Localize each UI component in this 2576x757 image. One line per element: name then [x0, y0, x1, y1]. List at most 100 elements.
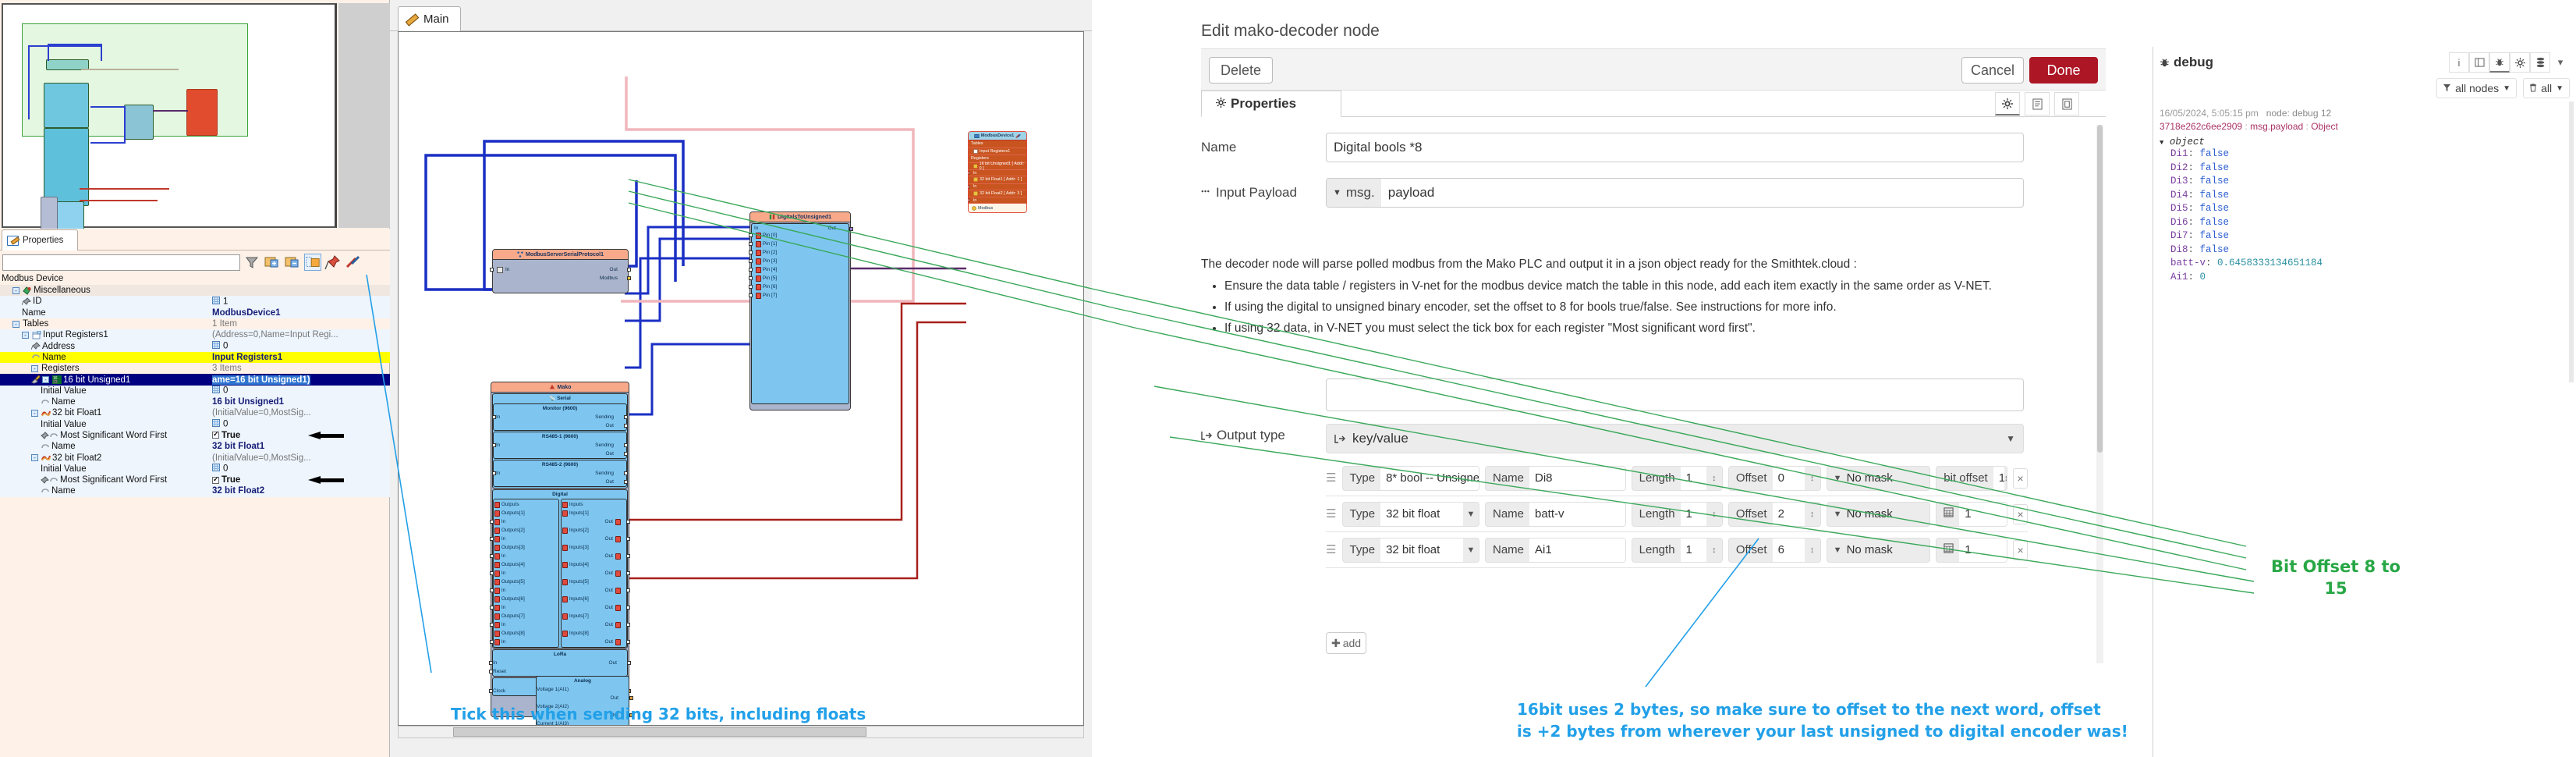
tree-row[interactable]: Name 32 bit Float1: [0, 441, 390, 453]
tree-row[interactable]: Most Significant Word First True: [0, 429, 390, 442]
tab-main[interactable]: Main: [398, 6, 461, 31]
tools-icon[interactable]: [1015, 133, 1022, 139]
port-dot[interactable]: [490, 520, 494, 524]
mako-serial-port[interactable]: RS485-2 (9600) In Sending Out: [492, 460, 628, 487]
port-dot[interactable]: [749, 293, 753, 297]
payload-type-select[interactable]: ▼ msg.: [1327, 179, 1381, 207]
tree-row[interactable]: Name 16 bit Unsigned1: [0, 396, 390, 408]
remove-row-button[interactable]: ×: [2013, 539, 2028, 560]
tree-row-value[interactable]: Input Registers1: [212, 353, 282, 362]
port-dot[interactable]: [490, 554, 494, 558]
tree-row-value[interactable]: (InitialValue=0,MostSig...: [212, 408, 311, 418]
port-dot[interactable]: [492, 471, 496, 475]
chevron-down-icon[interactable]: ▼: [1462, 545, 1479, 555]
tree-row[interactable]: Initial Value 0: [0, 463, 390, 475]
port-dot[interactable]: [489, 670, 493, 673]
mako-serial-port[interactable]: Monitor (9600) In Sending Out: [492, 403, 628, 431]
port-dot[interactable]: [624, 471, 628, 475]
tree-row[interactable]: - Input Registers1 (Address=0,Name=Input R…: [0, 329, 390, 341]
modbus-register-row[interactable]: 32 bit Float2 [ Addr: 3 ]: [969, 190, 1026, 197]
tree-row-value[interactable]: (Address=0,Name=Input Regi...: [212, 330, 338, 339]
name-value[interactable]: batt-v: [1529, 502, 1625, 526]
tree-expander[interactable]: -: [31, 364, 38, 372]
scrollbar-thumb[interactable]: [2097, 125, 2103, 453]
tree-expander[interactable]: -: [31, 409, 38, 417]
node-modbus-device[interactable]: ModbusDevice1 Tables Input Registers1 Re…: [968, 131, 1027, 213]
port-dot[interactable]: [624, 480, 628, 484]
type-value[interactable]: 8* bool -- Unsigne: [1380, 466, 1479, 490]
port-dot[interactable]: [749, 233, 753, 237]
port-dot[interactable]: [626, 571, 630, 575]
node-modbus-server[interactable]: ModbusServerSerialProtocol1 In Out Modbu…: [490, 249, 631, 293]
expand-all-icon[interactable]: [264, 254, 281, 271]
port-dot[interactable]: [490, 623, 494, 627]
tree-expander[interactable]: -: [31, 454, 38, 462]
port-dot[interactable]: [629, 696, 633, 700]
scale-field[interactable]: 1: [1936, 501, 2008, 527]
port-dot[interactable]: [749, 268, 753, 272]
modbus-port-row[interactable]: Modbus: [969, 204, 1026, 212]
port-dot[interactable]: [492, 415, 496, 419]
port-dot[interactable]: [969, 184, 970, 189]
spinner-icon[interactable]: ↕: [1706, 473, 1722, 483]
modbus-register-port[interactable]: In: [969, 183, 1026, 190]
debug-scrollbar[interactable]: [2569, 101, 2574, 382]
collapse-all-icon[interactable]: [284, 254, 301, 271]
port-dot[interactable]: [749, 251, 753, 254]
add-row-button[interactable]: ✚ add: [1326, 632, 1366, 654]
port-dot[interactable]: [624, 452, 628, 456]
gear-icon[interactable]: [2510, 52, 2530, 73]
tree-row-value[interactable]: 0: [212, 419, 228, 429]
vnet-canvas-overview[interactable]: [2, 3, 337, 322]
port-dot[interactable]: [629, 713, 633, 717]
drag-handle-icon[interactable]: ☰: [1326, 544, 1337, 556]
tree-row-value[interactable]: 16 bit Unsigned1: [212, 397, 284, 407]
spinner-icon[interactable]: ↕: [2004, 473, 2007, 483]
output-type-select[interactable]: key/value ▼: [1326, 424, 2024, 453]
name-value[interactable]: Di8: [1529, 466, 1625, 490]
offset-field[interactable]: Offset 0 ↕: [1727, 465, 1821, 491]
spinner-icon[interactable]: ↕: [1804, 473, 1820, 483]
port-dot[interactable]: [492, 443, 496, 447]
appearance-icon[interactable]: [2054, 92, 2079, 116]
tree-expander[interactable]: -: [22, 331, 29, 339]
offset-value[interactable]: 6: [1772, 538, 1805, 562]
type-field[interactable]: Type 8* bool -- Unsigne: [1341, 465, 1479, 491]
port-dot[interactable]: [489, 661, 493, 665]
spinner-icon[interactable]: ↕: [1804, 509, 1820, 519]
offset-field[interactable]: Offset 6 ↕: [1727, 537, 1821, 563]
port-dot[interactable]: [626, 554, 630, 558]
port-dot[interactable]: [624, 415, 628, 419]
tree-row[interactable]: Name 32 bit Float2: [0, 485, 390, 497]
port-dot[interactable]: [626, 606, 630, 610]
tree-row[interactable]: Initial Value 0: [0, 385, 390, 396]
node-mako[interactable]: Mako 📡 Serial Monitor (9600) In Sending Out R…: [489, 382, 633, 725]
tree-row-value[interactable]: True: [212, 430, 240, 440]
pin-icon[interactable]: [324, 254, 342, 271]
mask-field[interactable]: ▼ No mask: [1826, 465, 1931, 491]
properties-tree[interactable]: Modbus Device - Miscellaneous ID 1 Name Modbu…: [0, 274, 390, 497]
port-dot[interactable]: [490, 640, 494, 644]
length-value[interactable]: 1: [1680, 538, 1706, 562]
tree-row[interactable]: - Miscellaneous: [0, 285, 390, 297]
cancel-button[interactable]: Cancel: [1961, 57, 2024, 84]
port-dot[interactable]: [969, 171, 970, 175]
port-dot[interactable]: [490, 571, 494, 575]
type-value[interactable]: 32 bit float: [1380, 502, 1463, 526]
port-dot[interactable]: [749, 242, 753, 246]
drag-handle-icon[interactable]: ☰: [1326, 508, 1337, 520]
port-dot[interactable]: [489, 689, 493, 693]
delete-button[interactable]: Delete: [1209, 57, 1273, 84]
scale-field[interactable]: 1: [1936, 537, 2008, 563]
tree-row[interactable]: Name Input Registers1: [0, 351, 390, 364]
length-value[interactable]: 1: [1680, 502, 1706, 526]
debug-object-tree[interactable]: ▼ object Di1: false Di2: false Di3: false D…: [2160, 137, 2565, 284]
tab-properties-vnet[interactable]: Properties: [2, 229, 78, 251]
done-button[interactable]: Done: [2029, 57, 2098, 84]
offset-value[interactable]: 0: [1772, 466, 1805, 490]
tree-row-value[interactable]: 32 bit Float1: [212, 442, 264, 451]
debug-message[interactable]: 16/05/2024, 5:05:15 pm node: debug 12 37…: [2160, 108, 2565, 284]
gear-icon[interactable]: [1995, 92, 2020, 116]
name-field[interactable]: Name Di8: [1484, 465, 1626, 491]
tree-row[interactable]: Name ModbusDevice1: [0, 307, 390, 318]
